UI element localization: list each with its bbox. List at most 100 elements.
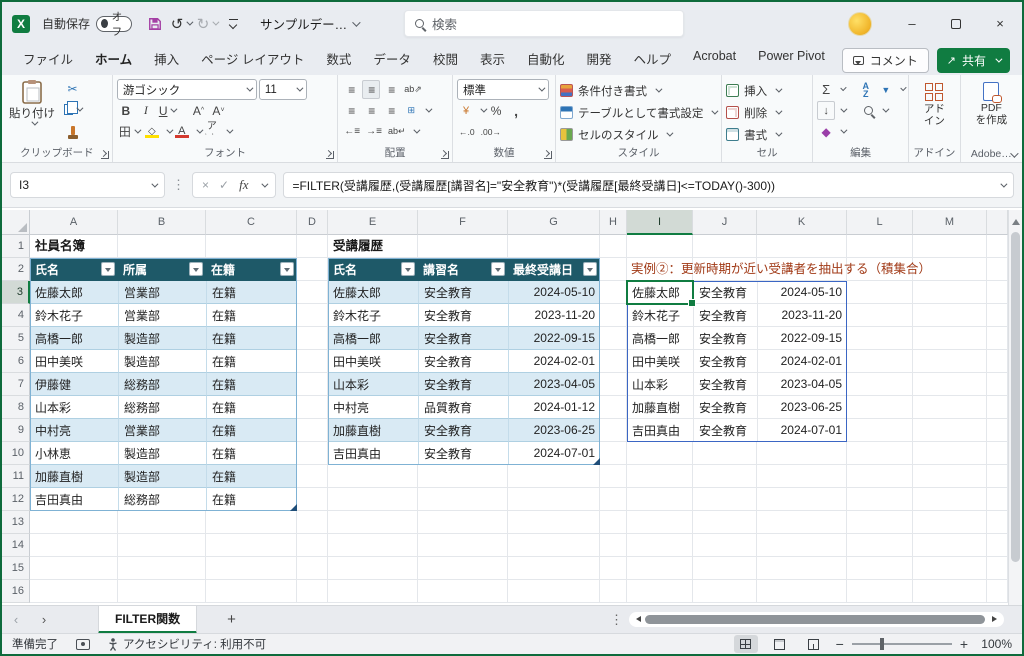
font-dialog-launcher-icon[interactable] [326, 151, 334, 159]
page-layout-view-button[interactable] [768, 635, 792, 653]
cell[interactable]: 2024-01-12 [508, 396, 600, 419]
result-cell[interactable]: 吉田真由 [627, 419, 693, 442]
cell[interactable]: 製造部 [118, 442, 206, 465]
cell[interactable]: 製造部 [118, 350, 206, 373]
currency-format-button[interactable]: ¥ [457, 101, 475, 120]
minimize-button[interactable]: – [890, 2, 934, 45]
column-header-C[interactable]: C [206, 210, 297, 235]
cell[interactable]: 安全教育 [418, 373, 508, 396]
cell[interactable]: 田中美咲 [30, 350, 118, 373]
ruby-button[interactable]: ア゛゜ [203, 122, 221, 141]
font-color-button[interactable]: A [173, 122, 191, 141]
cell[interactable]: 加藤直樹 [30, 465, 118, 488]
align-right-button[interactable]: ≡ [382, 101, 400, 120]
insert-function-icon[interactable]: fx [239, 177, 248, 193]
cell[interactable]: 2023-06-25 [508, 419, 600, 442]
scroll-left-icon[interactable] [633, 616, 641, 622]
create-pdf-button[interactable]: PDF を作成 [965, 79, 1018, 126]
cell[interactable]: 総務部 [118, 373, 206, 396]
cell[interactable]: 在籍 [206, 373, 297, 396]
cell[interactable]: 伊藤健 [30, 373, 118, 396]
ribbon-tab-開発[interactable]: 開発 [575, 43, 622, 78]
column-filter-header-氏名[interactable]: 氏名 [30, 258, 118, 281]
select-all-corner[interactable] [2, 210, 30, 235]
ribbon-tab-データ[interactable]: データ [362, 43, 422, 78]
cell[interactable]: 在籍 [206, 327, 297, 350]
paste-button[interactable]: 貼り付け [6, 79, 58, 140]
cell[interactable]: 2023-04-05 [508, 373, 600, 396]
format-painter-button[interactable] [62, 121, 83, 140]
cell[interactable]: 在籍 [206, 396, 297, 419]
number-dialog-launcher-icon[interactable] [544, 151, 552, 159]
format-as-table-button[interactable]: テーブルとして書式設定 [560, 103, 717, 122]
format-cells-button[interactable]: 書式 [726, 125, 808, 144]
filter-dropdown-icon[interactable] [101, 262, 115, 276]
font-size-select[interactable]: 11 [259, 79, 307, 100]
find-select-button[interactable] [859, 101, 877, 120]
ribbon-tab-ホーム[interactable]: ホーム [84, 43, 143, 78]
cell[interactable]: 在籍 [206, 442, 297, 465]
italic-button[interactable]: I [137, 101, 155, 120]
increase-font-button[interactable]: A^ [189, 101, 207, 120]
cell[interactable]: 在籍 [206, 488, 297, 511]
font-name-select[interactable]: 游ゴシック [117, 79, 257, 100]
row-header-13[interactable]: 13 [2, 511, 30, 534]
insert-cells-button[interactable]: 挿入 [726, 81, 808, 100]
result-cell[interactable]: 鈴木花子 [627, 304, 693, 327]
add-sheet-button[interactable]: + [227, 611, 236, 628]
result-cell[interactable]: 2022-09-15 [757, 327, 847, 350]
align-center-button[interactable]: ≡ [362, 101, 380, 120]
result-cell[interactable]: 高橋一郎 [627, 327, 693, 350]
increase-decimal-button[interactable]: ←.0 [457, 122, 477, 141]
fill-color-button[interactable]: ◇ [143, 122, 161, 141]
ribbon-tab-Acrobat[interactable]: Acrobat [682, 43, 747, 78]
comma-format-button[interactable]: , [507, 101, 525, 120]
cell[interactable]: 在籍 [206, 419, 297, 442]
copy-button[interactable] [62, 100, 83, 119]
decrease-font-button[interactable]: A˅ [209, 101, 227, 120]
filter-dropdown-icon[interactable] [280, 262, 294, 276]
ribbon-tab-挿入[interactable]: 挿入 [143, 43, 190, 78]
cell[interactable]: 吉田真由 [30, 488, 118, 511]
decrease-indent-button[interactable]: ←≡ [342, 122, 362, 141]
horizontal-scroll-thumb[interactable] [645, 615, 985, 624]
ribbon-tab-自動化[interactable]: 自動化 [516, 43, 576, 78]
column-filter-header-最終受講日[interactable]: 最終受講日 [508, 258, 600, 281]
ribbon-tab-表示[interactable]: 表示 [469, 43, 516, 78]
middle-align-button[interactable]: ≡ [362, 80, 380, 99]
cell[interactable]: 小林恵 [30, 442, 118, 465]
filter-dropdown-icon[interactable] [401, 262, 415, 276]
cell[interactable]: 品質教育 [418, 396, 508, 419]
row-header-5[interactable]: 5 [2, 327, 30, 350]
page-break-view-button[interactable] [802, 635, 826, 653]
row-header-15[interactable]: 15 [2, 557, 30, 580]
column-header-D[interactable]: D [297, 210, 328, 235]
ribbon-tab-数式[interactable]: 数式 [315, 43, 362, 78]
row-header-16[interactable]: 16 [2, 580, 30, 603]
delete-cells-button[interactable]: 削除 [726, 103, 808, 122]
document-title[interactable]: サンプルデー… [260, 14, 358, 33]
cell[interactable]: 山本彩 [328, 373, 418, 396]
row-header-14[interactable]: 14 [2, 534, 30, 557]
top-align-button[interactable]: ≡ [342, 80, 360, 99]
row-header-9[interactable]: 9 [2, 419, 30, 442]
quick-access-customize-button[interactable] [221, 11, 245, 37]
cell[interactable]: 2024-07-01 [508, 442, 600, 465]
cell[interactable]: 佐藤太郎 [30, 281, 118, 304]
cell[interactable]: 製造部 [118, 465, 206, 488]
vertical-scroll-thumb[interactable] [1011, 232, 1020, 562]
cell[interactable]: 安全教育 [418, 281, 508, 304]
column-header-G[interactable]: G [508, 210, 600, 235]
cell[interactable]: 営業部 [118, 281, 206, 304]
cell[interactable]: 佐藤太郎 [328, 281, 418, 304]
column-header-M[interactable]: M [913, 210, 987, 235]
zoom-in-button[interactable]: + [960, 636, 968, 652]
cancel-icon[interactable]: × [202, 178, 209, 192]
cell[interactable]: 在籍 [206, 350, 297, 373]
decrease-decimal-button[interactable]: .00→ [479, 122, 503, 141]
row-header-1[interactable]: 1 [2, 235, 30, 258]
percent-format-button[interactable]: % [487, 101, 505, 120]
macro-record-icon[interactable] [76, 639, 90, 650]
cell[interactable]: 2024-05-10 [508, 281, 600, 304]
prev-sheet-icon[interactable]: ‹ [2, 612, 30, 627]
